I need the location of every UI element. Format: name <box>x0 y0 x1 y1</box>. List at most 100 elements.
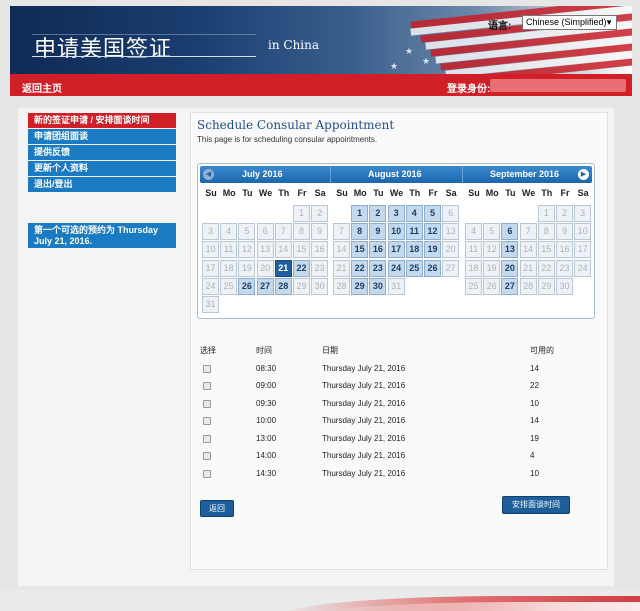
home-link[interactable]: 返回主页 <box>22 80 62 95</box>
calendar-day[interactable]: 16 <box>369 241 387 259</box>
calendar-day: 14 <box>519 241 537 259</box>
weekday-label: Tu <box>373 188 384 198</box>
calendar-day: 16 <box>311 241 329 259</box>
calendar-day[interactable]: 11 <box>405 223 423 241</box>
calendar-day: 28 <box>333 277 350 295</box>
calendar-day[interactable]: 23 <box>369 259 387 277</box>
calendar-day[interactable]: 25 <box>405 259 423 277</box>
calendar-day[interactable]: 30 <box>369 277 387 295</box>
col-header-date: 日期 <box>322 346 338 355</box>
month-title-2: September 2016 <box>490 169 560 179</box>
calendar-day: 7 <box>519 223 537 241</box>
calendar-day: 4 <box>220 223 238 241</box>
weekday-label: Mo <box>485 188 499 198</box>
calendar-day: 20 <box>442 241 460 259</box>
table-row: 09:30 Thursday July 21, 2016 10 <box>200 396 560 413</box>
calendar-day[interactable]: 4 <box>405 205 423 222</box>
calendar-day: 24 <box>574 259 592 277</box>
calendar-day[interactable]: 26 <box>238 277 256 295</box>
language-select[interactable]: Chinese (Simplified) ▼ <box>522 15 617 30</box>
calendar-day: 21 <box>333 259 350 277</box>
calendar-day[interactable]: 10 <box>387 223 405 241</box>
month-title-1: August 2016 <box>368 169 422 179</box>
select-checkbox[interactable] <box>203 452 211 460</box>
calendar-day[interactable]: 20 <box>501 259 519 277</box>
calendar-day: 25 <box>220 277 238 295</box>
calendar-day[interactable]: 24 <box>387 259 405 277</box>
weekday-label: Th <box>541 188 553 198</box>
slot-available: 14 <box>530 416 539 425</box>
calendar-day[interactable]: 18 <box>405 241 423 259</box>
select-checkbox[interactable] <box>203 417 211 425</box>
weekday-label: Fr <box>428 188 438 198</box>
calendar-day[interactable]: 22 <box>351 259 369 277</box>
menu-item-logout[interactable]: 退出/登出 <box>28 177 176 192</box>
calendar-day: 25 <box>465 277 482 295</box>
calendar-day[interactable]: 21 <box>274 259 292 277</box>
calendar-day[interactable]: 27 <box>256 277 274 295</box>
calendar-day[interactable]: 2 <box>369 205 387 222</box>
calendar-day: 22 <box>537 259 555 277</box>
calendar-day: 13 <box>256 241 274 259</box>
calendar-day[interactable]: 13 <box>501 241 519 259</box>
calendar-day: 5 <box>238 223 256 241</box>
calendar-day[interactable]: 29 <box>351 277 369 295</box>
slot-date: Thursday July 21, 2016 <box>322 364 406 373</box>
calendar-day: 17 <box>574 241 592 259</box>
calendar-day: 11 <box>220 241 238 259</box>
calendar-day: 1 <box>537 205 555 222</box>
slot-time: 13:00 <box>256 434 277 443</box>
weekday-label: Fr <box>560 188 570 198</box>
menu-item-group-interview[interactable]: 申请团组面谈 <box>28 129 176 144</box>
calendar-day: 14 <box>333 241 350 259</box>
month-divider <box>330 166 331 183</box>
menu-item-feedback[interactable]: 提供反馈 <box>28 145 176 160</box>
calendar-day[interactable]: 3 <box>387 205 405 222</box>
calendar-day[interactable]: 5 <box>424 205 441 222</box>
weekday-label: Sa <box>577 188 589 198</box>
menu-item-update-profile[interactable]: 更新个人资料 <box>28 161 176 176</box>
calendar-day[interactable]: 1 <box>351 205 369 222</box>
calendar-day: 6 <box>442 205 460 222</box>
weekday-label: Th <box>409 188 421 198</box>
back-button[interactable]: 返回 <box>200 500 234 517</box>
calendar-day: 13 <box>442 223 460 241</box>
calendar-day[interactable]: 22 <box>293 259 310 277</box>
calendar-day[interactable]: 17 <box>387 241 405 259</box>
calendar-day[interactable]: 26 <box>424 259 441 277</box>
calendar-day[interactable]: 8 <box>351 223 369 241</box>
page-title: Schedule Consular Appointment <box>197 118 395 132</box>
select-checkbox[interactable] <box>203 365 211 373</box>
menu-item-new-application[interactable]: 新的签证申请 / 安排面谈时间 <box>28 113 176 128</box>
schedule-interview-button[interactable]: 安排面谈时间 <box>502 496 570 514</box>
select-checkbox[interactable] <box>203 382 211 390</box>
calendar-day: 29 <box>293 277 310 295</box>
weekday-label: Sa <box>445 188 457 198</box>
calendar-day: 20 <box>256 259 274 277</box>
select-checkbox[interactable] <box>203 435 211 443</box>
next-month-icon[interactable]: ▶ <box>578 169 589 180</box>
table-row: 09:00 Thursday July 21, 2016 22 <box>200 378 560 395</box>
calendar-day[interactable]: 6 <box>501 223 519 241</box>
calendar-day[interactable]: 28 <box>274 277 292 295</box>
calendar-day[interactable]: 12 <box>424 223 441 241</box>
calendar-day: 21 <box>519 259 537 277</box>
side-menu: 新的签证申请 / 安排面谈时间 申请团组面谈 提供反馈 更新个人资料 退出/登出 <box>28 113 176 193</box>
col-header-available: 可用的 <box>530 346 554 355</box>
calendar-day[interactable]: 9 <box>369 223 387 241</box>
slot-time: 09:00 <box>256 381 277 390</box>
prev-month-icon[interactable]: ◀ <box>203 169 214 180</box>
calendar-day: 30 <box>556 277 573 295</box>
first-available-notice: 第一个可选的预约为 Thursday July 21, 2016. <box>28 223 176 248</box>
select-checkbox[interactable] <box>203 470 211 478</box>
select-checkbox[interactable] <box>203 400 211 408</box>
calendar-day[interactable]: 19 <box>424 241 441 259</box>
calendar-day: 12 <box>483 241 501 259</box>
weekday-label: Sa <box>314 188 326 198</box>
calendar-day[interactable]: 15 <box>351 241 369 259</box>
calendar-day: 29 <box>537 277 555 295</box>
calendar-day: 8 <box>537 223 555 241</box>
calendar-day[interactable]: 27 <box>501 277 519 295</box>
calendar-day: 23 <box>311 259 329 277</box>
slot-time: 10:00 <box>256 416 277 425</box>
